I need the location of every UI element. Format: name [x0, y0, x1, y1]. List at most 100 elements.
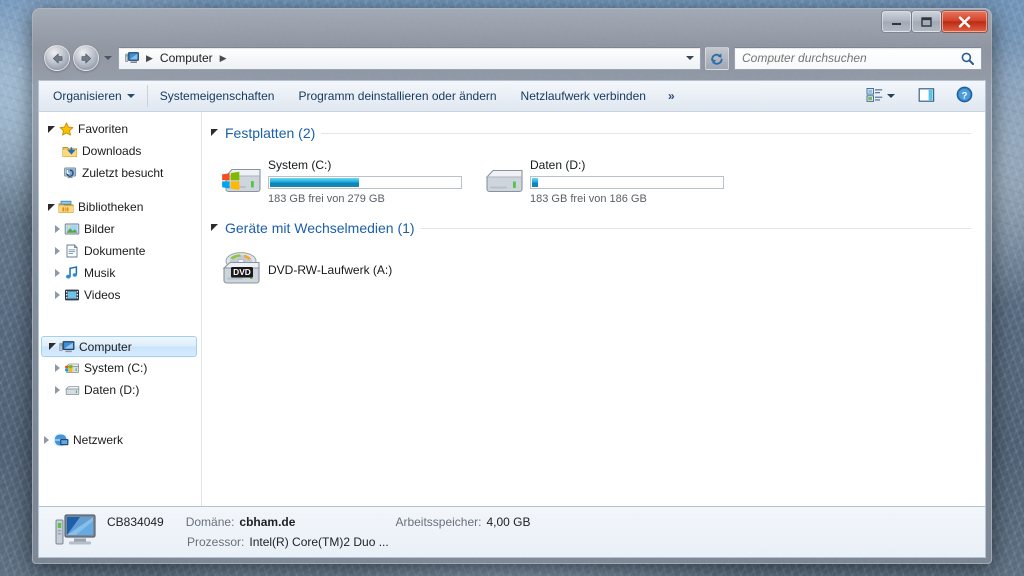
sidebar-item-netzwerk[interactable]: Netzwerk	[39, 429, 201, 451]
toolbar-system-properties-label: Systemeigenschaften	[159, 89, 275, 103]
details-line-2: Prozessor: Intel(R) Core(TM)2 Duo ...	[107, 532, 985, 552]
window-controls	[882, 11, 987, 32]
address-bar[interactable]: ▶ Computer ▶	[118, 46, 701, 70]
device-tiles: DVD DVD-RW-Laufwerk (A:)	[202, 239, 985, 301]
view-list-icon	[866, 87, 883, 106]
sidebar-item-zuletzt-besucht-label: Zuletzt besucht	[82, 166, 164, 180]
toolbar-organize-button[interactable]: Organisieren	[39, 81, 147, 111]
content-pane[interactable]: Festplatten (2) System (C:) 183 GB frei …	[202, 112, 985, 506]
dvd-drive-icon: DVD	[216, 249, 268, 291]
sidebar-item-videos[interactable]: Videos	[39, 284, 201, 306]
expander-icon[interactable]	[40, 436, 52, 444]
drive-capacity-system-c: 183 GB frei von 279 GB	[268, 193, 385, 205]
group-title-wechselmedien: Geräte mit Wechselmedien (1)	[225, 220, 415, 236]
group-header-wechselmedien[interactable]: Geräte mit Wechselmedien (1)	[202, 217, 985, 239]
toolbar-map-network-drive-button[interactable]: Netzlaufwerk verbinden	[509, 81, 658, 111]
back-button[interactable]	[44, 45, 70, 71]
sidebar-item-downloads-label: Downloads	[82, 144, 142, 158]
pictures-icon	[63, 222, 81, 236]
toolbar-uninstall-change-program-button[interactable]: Programm deinstallieren oder ändern	[286, 81, 508, 111]
hard-drive-icon	[478, 152, 530, 198]
drive-name-daten-d: Daten (D:)	[530, 158, 586, 172]
search-input[interactable]	[742, 51, 960, 65]
sidebar-item-daten-d[interactable]: Daten (D:)	[39, 379, 201, 401]
toolbar-organize-label: Organisieren	[53, 89, 122, 103]
breadcrumb[interactable]: ▶ Computer ▶	[142, 50, 682, 66]
group-header-festplatten[interactable]: Festplatten (2)	[202, 122, 985, 144]
sidebar-item-computer[interactable]: Computer	[41, 336, 197, 357]
sidebar-group-bibliotheken[interactable]: Bibliotheken	[39, 196, 201, 218]
sidebar-item-computer-label: Computer	[79, 339, 132, 354]
toolbar-system-properties-button[interactable]: Systemeigenschaften	[148, 81, 287, 111]
expander-icon[interactable]	[46, 342, 58, 351]
music-icon	[63, 266, 81, 280]
sidebar-item-system-c[interactable]: System (C:)	[39, 357, 201, 379]
sidebar-item-downloads[interactable]: Downloads	[39, 140, 201, 162]
sidebar-item-videos-label: Videos	[84, 288, 121, 302]
breadcrumb-separator-trailing-icon[interactable]: ▶	[218, 53, 229, 64]
drive-tile-system-c[interactable]: System (C:) 183 GB frei von 279 GB	[216, 152, 478, 205]
expander-icon[interactable]	[51, 247, 63, 255]
history-dropdown-button[interactable]	[101, 56, 115, 60]
drive-tiles: System (C:) 183 GB frei von 279 GB Daten…	[202, 144, 985, 215]
toolbar-uninstall-label: Programm deinstallieren oder ändern	[298, 89, 497, 103]
group-title-festplatten: Festplatten (2)	[225, 125, 316, 141]
preview-pane-icon	[918, 87, 935, 106]
drive-tile-daten-d[interactable]: Daten (D:) 183 GB frei von 186 GB	[478, 152, 740, 205]
expander-icon[interactable]	[51, 291, 63, 299]
breadcrumb-separator-icon: ▶	[146, 52, 153, 63]
expander-icon[interactable]	[51, 225, 63, 233]
minimize-button[interactable]	[882, 11, 911, 32]
expander-icon[interactable]	[45, 125, 57, 134]
svg-text:DVD: DVD	[233, 267, 251, 277]
sidebar-item-daten-d-label: Daten (D:)	[84, 383, 140, 397]
search-box[interactable]	[734, 46, 982, 70]
sidebar-group-favoriten[interactable]: Favoriten	[39, 118, 201, 140]
sidebar-item-bilder-label: Bilder	[84, 222, 115, 236]
details-text: CB834049 Domäne: cbham.de Arbeitsspeiche…	[103, 512, 985, 552]
toolbar-overflow-button[interactable]: »	[658, 81, 685, 111]
address-dropdown-button[interactable]	[682, 56, 697, 60]
domain-label: Domäne:	[185, 515, 235, 529]
sidebar-item-bilder[interactable]: Bilder	[39, 218, 201, 240]
computer-name: CB834049	[107, 515, 164, 529]
expander-icon[interactable]	[51, 269, 63, 277]
help-icon: ?	[956, 86, 973, 106]
toolbar-map-drive-label: Netzlaufwerk verbinden	[520, 89, 646, 103]
toolbar-help-button[interactable]: ?	[942, 81, 985, 111]
forward-button[interactable]	[73, 45, 99, 71]
sidebar-group-favoriten-label: Favoriten	[78, 122, 129, 136]
maximize-button[interactable]	[912, 11, 941, 32]
memory-label: Arbeitsspeicher:	[395, 515, 482, 529]
sidebar-item-dokumente[interactable]: Dokumente	[39, 240, 201, 262]
recent-places-icon	[61, 166, 79, 181]
toolbar-preview-pane-button[interactable]	[902, 81, 942, 111]
star-icon	[57, 121, 75, 137]
expander-icon[interactable]	[45, 203, 57, 212]
processor-value: Intel(R) Core(TM)2 Duo ...	[249, 535, 389, 549]
title-bar[interactable]	[32, 8, 992, 38]
windows-drive-icon	[63, 361, 81, 375]
sidebar-item-zuletzt-besucht[interactable]: Zuletzt besucht	[39, 162, 201, 184]
refresh-button[interactable]	[705, 46, 729, 70]
device-tile-dvd-rw[interactable]: DVD DVD-RW-Laufwerk (A:)	[216, 249, 478, 291]
computer-icon	[58, 340, 76, 354]
group-rule	[420, 227, 971, 229]
collapse-icon[interactable]	[210, 126, 219, 140]
collapse-icon[interactable]	[210, 221, 219, 235]
close-button[interactable]	[942, 11, 987, 32]
drive-info-daten-d: Daten (D:) 183 GB frei von 186 GB	[530, 152, 740, 205]
navigation-pane[interactable]: Favoriten Downloads Zuletzt besucht Bibl…	[39, 112, 201, 506]
chevron-down-icon	[104, 56, 112, 60]
expander-icon[interactable]	[51, 386, 63, 394]
toolbar-change-view-button[interactable]	[859, 81, 902, 111]
sidebar-item-musik[interactable]: Musik	[39, 262, 201, 284]
chevron-down-icon	[685, 56, 694, 60]
network-icon	[52, 433, 70, 447]
expander-icon[interactable]	[51, 364, 63, 372]
search-icon[interactable]	[960, 51, 977, 66]
breadcrumb-item-computer[interactable]: Computer	[157, 50, 216, 66]
explorer-body: Favoriten Downloads Zuletzt besucht Bibl…	[38, 112, 986, 506]
sidebar-item-system-c-label: System (C:)	[84, 361, 148, 375]
